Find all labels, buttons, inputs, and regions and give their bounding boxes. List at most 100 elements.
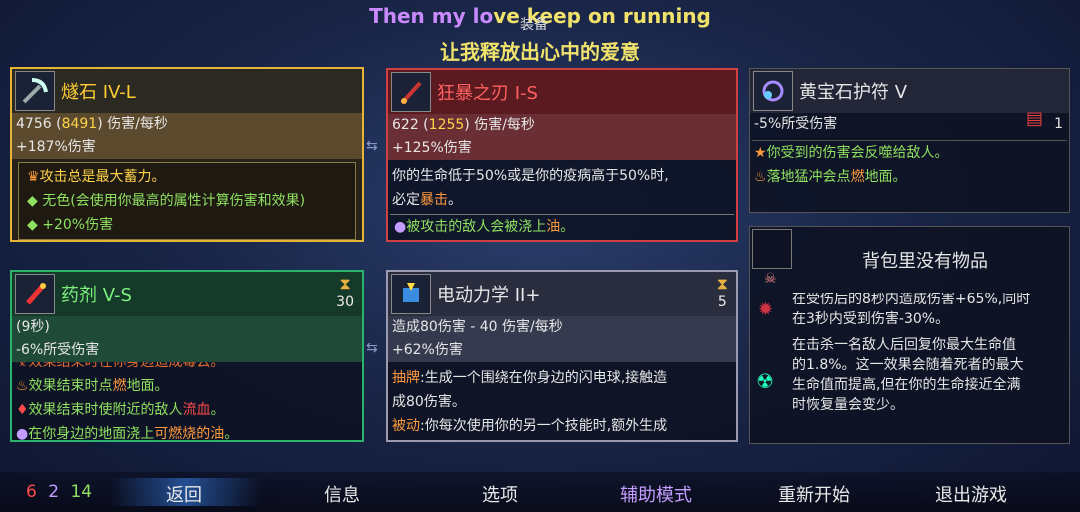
card-header: 药剂 V-S ⧗ 30 — [12, 272, 362, 316]
passive-label: 被动 — [392, 418, 420, 434]
dps-row: 造成80伤害 - 40 伤害/每秒 — [388, 316, 736, 339]
dps-value: 4756 — [16, 116, 52, 132]
desc-text: +20%伤害 — [42, 217, 114, 233]
oil-icon: ● — [16, 426, 29, 442]
desc-line: ♨效果结束时点燃地面。 — [12, 374, 362, 398]
bonus-row: +62%伤害 — [388, 339, 736, 362]
desc-text: 时恢复量会变少。 — [792, 397, 904, 413]
skill-card-potion[interactable]: 药剂 V-S ⧗ 30 (9秒) -6%所受伤害 ☣效果结束时在你身边造成毒云。 … — [10, 270, 364, 442]
scroll-count-tactics: 2 — [48, 482, 60, 502]
desc-line: ◆ +20%伤害 — [23, 213, 351, 237]
desc-line: 成80伤害。 — [392, 394, 466, 410]
scroll-counts: 6 2 14 — [26, 482, 98, 502]
backpack-empty-text: 背包里没有物品 — [862, 251, 988, 272]
mutation-desc: 在击杀一名敌人后回复你最大生命值 的1.8%。这一效果会随着死者的最大 生命值而… — [788, 333, 1068, 417]
desc-text: 地面。 — [864, 169, 907, 185]
desc-text: 落地猛冲会点 — [766, 169, 851, 185]
scroll-count-survival: 14 — [70, 482, 93, 502]
backpack-slot[interactable] — [752, 229, 792, 269]
fire-icon: ♨ — [754, 169, 767, 185]
oil-keyword: 可燃烧的油 — [154, 426, 225, 442]
desc-text: 。 — [210, 402, 225, 418]
desc-text: 效果结束时在你身边造成毒云。 — [28, 362, 225, 370]
dps-row: 4756 (8491) 伤害/每秒 — [12, 113, 362, 136]
desc-line: 你的生命低于50%或是你的疫病高于50%时, — [392, 168, 669, 184]
duration-row: (9秒) — [12, 316, 362, 339]
restart-button[interactable]: 重新开始 — [778, 481, 850, 507]
bullet-icon: ◆ — [27, 193, 43, 209]
assist-mode-button[interactable]: 辅助模式 — [620, 481, 692, 507]
mutation-icon: ✹ — [758, 299, 774, 320]
back-button[interactable]: 返回 — [166, 481, 202, 507]
desc-text: 效果结束时使附近的敌人 — [28, 402, 183, 418]
scroll-count-brutality: 6 — [26, 482, 37, 502]
desc-text: 。 — [448, 192, 462, 208]
desc-text: 。 — [224, 426, 239, 442]
desc-line: 抽牌:生成一个围绕在你身边的闪电球,接触造 — [388, 366, 736, 390]
amulet-icon — [753, 71, 793, 111]
desc-line: ☣效果结束时在你身边造成毒云。 — [12, 362, 362, 374]
dps-value: 622 — [392, 117, 419, 133]
desc-text: 生命值而提高,但在你的生命接近全满 — [792, 377, 1021, 393]
weapon-card-stone[interactable]: 燧石 IV-L 4756 (8491) 伤害/每秒 +187%伤害 ♛攻击总是最… — [10, 67, 364, 242]
description-box: ♛攻击总是最大蓄力。 ◆ 无色(会使用你最高的属性计算伤害和效果) ◆ +20%… — [18, 162, 356, 240]
desc-line: ◆ 无色(会使用你最高的属性计算伤害和效果) — [23, 189, 351, 213]
desc-text: 效果结束时点 — [28, 378, 113, 394]
card-name: 黄宝石护符 V — [799, 82, 908, 103]
mutation-list[interactable]: ✹ 在受伤后的8秒内造成伤害+65%,同时 在3秒内受到伤害-30%。 ☢ 在击… — [750, 293, 1069, 443]
swap-arrows-icon: ⇆ — [366, 340, 378, 356]
desc-line: ●在你身边的地面浇上可燃烧的油。 — [12, 422, 362, 442]
dps-unit: 伤害/每秒 — [474, 117, 535, 133]
options-button[interactable]: 选项 — [482, 481, 518, 507]
quit-game-button[interactable]: 退出游戏 — [935, 481, 1007, 507]
desc-text: 攻击总是最大蓄力。 — [39, 169, 166, 185]
equipment-title: 装备 — [520, 17, 548, 33]
desc-text: :生成一个围绕在你身边的闪电球,接触造 — [420, 370, 668, 386]
weapon-card-blade[interactable]: 狂暴之刃 I-S 622 (1255) 伤害/每秒 +125%伤害 你的生命低于… — [386, 68, 738, 242]
card-header: 狂暴之刃 I-S — [388, 70, 736, 114]
desc-text: 无色(会使用你最高的属性计算伤害和效果) — [42, 193, 306, 209]
lyric-line-2: 让我释放出心中的爱意 — [440, 40, 640, 64]
skill-card-electrodynamics[interactable]: 电动力学 II+ ⧗ 5 造成80伤害 - 40 伤害/每秒 +62%伤害 抽牌:… — [386, 270, 738, 442]
desc-text: 在受伤后的8秒内造成伤害+65%,同时 — [792, 293, 1031, 307]
cooldown-value: 5 — [717, 294, 727, 310]
card-name: 药剂 V-S — [61, 285, 132, 306]
desc-text: 。 — [560, 219, 575, 235]
cooldown: ⧗ 5 — [717, 274, 728, 310]
crown-icon: ♛ — [27, 169, 40, 185]
dps-row: 622 (1255) 伤害/每秒 — [388, 114, 736, 137]
star-icon: ★ — [754, 145, 767, 161]
swap-arrows-icon: ⇆ — [366, 138, 378, 154]
description-box: ☣效果结束时在你身边造成毒云。 ♨效果结束时点燃地面。 ♦效果结束时使附近的敌人… — [12, 362, 362, 442]
oil-keyword: 油 — [546, 219, 561, 235]
poison-icon: ☣ — [16, 362, 29, 370]
desc-text: :你每次使用你的另一个技能时,额外生成 — [420, 418, 668, 434]
scroll-count: 1 — [1054, 116, 1063, 132]
desc-text: 在击杀一名敌人后回复你最大生命值 — [792, 337, 1016, 353]
skull-icon: ☠ — [764, 271, 777, 287]
cooldown: ⧗ 30 — [336, 274, 354, 310]
dps-unit: 伤害/每秒 — [107, 116, 168, 132]
amulet-card[interactable]: 黄宝石护符 V -5%所受伤害 ▤ 1 ★你受到的伤害会反噬给敌人。 ♨落地猛冲… — [749, 68, 1070, 213]
desc-text: 在3秒内受到伤害-30%。 — [792, 311, 950, 327]
card-name: 狂暴之刃 I-S — [437, 83, 538, 104]
stat-text: -5%所受伤害 — [754, 116, 838, 132]
desc-line: 必定暴击。 — [388, 188, 736, 212]
mutation-icon: ☢ — [756, 369, 774, 393]
desc-text: 必定 — [392, 192, 420, 208]
pickaxe-icon — [15, 71, 55, 111]
desc-text: 你受到的伤害会反噬给敌人。 — [766, 145, 949, 161]
desc-line: ♛攻击总是最大蓄力。 — [23, 165, 351, 189]
stat-row: -6%所受伤害 — [12, 339, 362, 362]
desc-line: ★你受到的伤害会反噬给敌人。 — [750, 141, 1069, 165]
info-button[interactable]: 信息 — [324, 481, 360, 507]
burn-keyword: 燃 — [112, 378, 127, 394]
card-header: 燧石 IV-L — [12, 69, 362, 113]
backpack-card[interactable]: ☠ 背包里没有物品 ✹ 在受伤后的8秒内造成伤害+65%,同时 在3秒内受到伤害… — [749, 226, 1070, 444]
potion-icon — [15, 274, 55, 314]
desc-line: ♨落地猛冲会点燃地面。 — [750, 165, 1069, 189]
dps-max: 1255 — [428, 117, 465, 133]
fire-icon: ♨ — [16, 378, 29, 394]
desc-line: ♦效果结束时使附近的敌人流血。 — [12, 398, 362, 422]
cooldown-value: 30 — [336, 294, 354, 310]
